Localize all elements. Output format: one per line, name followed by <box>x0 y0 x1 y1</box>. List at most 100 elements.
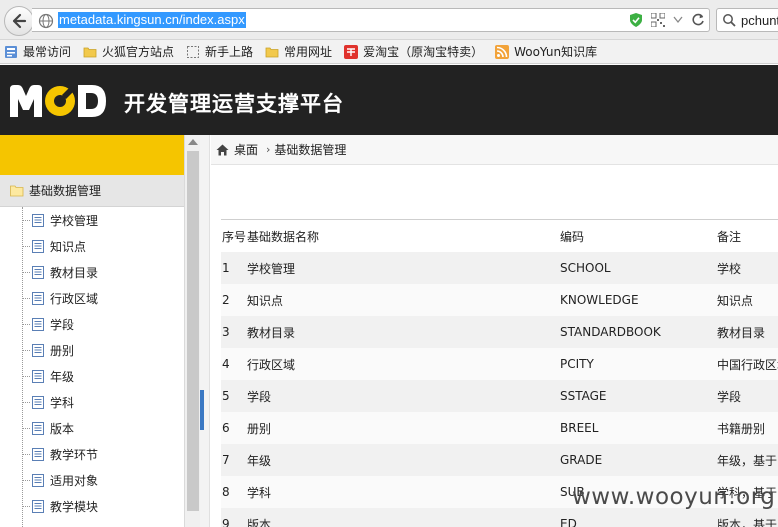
document-icon <box>32 369 44 383</box>
shield-icon[interactable] <box>629 12 643 28</box>
dropdown-arrow-icon[interactable] <box>673 16 683 24</box>
cell-name: 年级 <box>247 453 272 468</box>
reload-icon[interactable] <box>691 13 705 27</box>
header-no: 序号 <box>222 229 247 244</box>
document-icon <box>32 265 44 279</box>
cell-no: 3 <box>222 325 230 339</box>
bookmark-common-sites[interactable]: 常用网址 <box>265 43 332 60</box>
cell-remark: 版本，基于 <box>717 517 778 527</box>
cell-code: SSTAGE <box>560 389 607 403</box>
sidebar-item-label: 教学环节 <box>50 447 99 462</box>
scrollbar-thumb[interactable] <box>187 151 199 511</box>
sidebar-item-label: 版本 <box>50 421 75 436</box>
cell-code: SCHOOL <box>560 261 611 275</box>
bookmark-wooyun[interactable]: WooYun知识库 <box>495 43 597 60</box>
dotted-folder-icon <box>187 45 200 58</box>
url-text: metadata.kingsun.cn/index.aspx <box>58 12 246 28</box>
cell-code: STANDARDBOOK <box>560 325 661 339</box>
table-row[interactable]: 3 教材目录 STANDARDBOOK 教材目录 <box>221 316 778 348</box>
sidebar-item[interactable]: 学校管理 <box>0 207 184 233</box>
sidebar-group-basic-data[interactable]: 基础数据管理 <box>0 175 184 207</box>
folder-icon <box>83 47 97 57</box>
mod-logo[interactable] <box>10 85 108 117</box>
folder-icon <box>265 47 279 57</box>
cell-code: BREEL <box>560 421 599 435</box>
cell-name: 学科 <box>247 485 272 500</box>
sidebar-item[interactable]: 适用对象 <box>0 467 184 493</box>
table-row[interactable]: 1 学校管理 SCHOOL 学校 <box>221 252 778 284</box>
sidebar-item-label: 知识点 <box>50 239 87 254</box>
document-icon <box>32 473 44 487</box>
taobao-icon <box>344 44 359 59</box>
sidebar-item[interactable]: 教学环节 <box>0 441 184 467</box>
document-icon <box>32 395 44 409</box>
cell-name: 版本 <box>247 517 272 527</box>
scroll-up-arrow-icon[interactable] <box>188 139 198 145</box>
document-icon <box>32 239 44 253</box>
cell-no: 6 <box>222 421 230 435</box>
table-row[interactable]: 9 版本 ED 版本，基于 <box>221 508 778 527</box>
sidebar-item[interactable]: 册别 <box>0 337 184 363</box>
table-row[interactable]: 2 知识点 KNOWLEDGE 知识点 <box>221 284 778 316</box>
cell-remark: 年级，基于 <box>717 453 778 468</box>
sidebar-item[interactable]: 行政区域 <box>0 285 184 311</box>
document-icon <box>32 343 44 357</box>
sidebar-scrollbar[interactable] <box>184 135 200 527</box>
sidebar-item-label: 册别 <box>50 343 75 358</box>
cell-name: 教材目录 <box>247 325 296 340</box>
globe-icon <box>38 13 54 29</box>
bookmarks-bar: 最常访问 火狐官方站点 新手上路 常用网址 爱淘宝（原淘宝特卖） WooYun知… <box>0 40 778 64</box>
sidebar: 基础数据管理 学校管理知识点教材目录行政区域学段册别年级 学科版本教学环节适用对象… <box>0 135 200 527</box>
cell-remark: 学段 <box>717 389 742 404</box>
sidebar-top-bar <box>0 135 184 175</box>
sidebar-splitter[interactable] <box>200 135 210 527</box>
search-text: pchunt <box>741 13 778 28</box>
sidebar-item[interactable]: 教学模块 <box>0 493 184 519</box>
bookmark-firefox-official[interactable]: 火狐官方站点 <box>83 43 174 60</box>
bookmarks-icon <box>5 45 17 58</box>
sidebar-item-label: 教材目录 <box>50 265 99 280</box>
table-row[interactable]: 4 行政区域 PCITY 中国行政区域 <box>221 348 778 380</box>
cell-name: 行政区域 <box>247 357 296 372</box>
back-arrow-icon <box>12 13 27 29</box>
search-icon <box>723 14 736 27</box>
back-button[interactable] <box>4 6 34 36</box>
sidebar-item[interactable]: 学段 <box>0 311 184 337</box>
sidebar-item-label: 学校管理 <box>50 213 99 228</box>
sidebar-item-label: 学段 <box>50 317 75 332</box>
table-row[interactable]: 6 册别 BREEL 书籍册别 <box>221 412 778 444</box>
cell-no: 1 <box>222 261 230 275</box>
cell-code: PCITY <box>560 357 594 371</box>
address-bar[interactable]: metadata.kingsun.cn/index.aspx <box>32 8 710 32</box>
breadcrumb: 桌面 › 基础数据管理 <box>211 135 778 165</box>
cell-no: 4 <box>222 357 230 371</box>
cell-no: 7 <box>222 453 230 467</box>
cell-no: 9 <box>222 517 230 527</box>
search-box[interactable]: pchunt <box>716 8 778 32</box>
bookmark-most-visited[interactable]: 最常访问 <box>4 43 71 60</box>
sidebar-item[interactable]: 知识点 <box>0 233 184 259</box>
cell-name: 知识点 <box>247 293 284 308</box>
table-row[interactable]: 5 学段 SSTAGE 学段 <box>221 380 778 412</box>
cell-no: 8 <box>222 485 230 499</box>
folder-open-icon <box>10 185 24 196</box>
sidebar-item[interactable]: 学科 <box>0 389 184 415</box>
breadcrumb-home[interactable]: 桌面 <box>234 141 258 158</box>
cell-name: 学段 <box>247 389 272 404</box>
data-table: 序号 基础数据名称 编码 备注 1 学校管理 SCHOOL 学校 2 知识点 KNOWLED… <box>221 219 778 527</box>
breadcrumb-current: 基础数据管理 <box>274 143 347 157</box>
browser-toolbar: metadata.kingsun.cn/index.aspx pchunt <box>0 0 778 40</box>
qr-code-icon[interactable] <box>651 13 665 27</box>
home-icon <box>216 144 229 155</box>
sidebar-item[interactable]: 教材目录 <box>0 259 184 285</box>
sidebar-item[interactable]: 版本 <box>0 415 184 441</box>
bookmark-taobao[interactable]: 爱淘宝（原淘宝特卖） <box>344 43 483 60</box>
table-row[interactable]: 7 年级 GRADE 年级，基于 <box>221 444 778 476</box>
cell-remark: 中国行政区域 <box>717 357 778 372</box>
document-icon <box>32 421 44 435</box>
watermark: www.wooyun.org <box>572 484 776 510</box>
cell-no: 5 <box>222 389 230 403</box>
sidebar-item[interactable]: 年级 <box>0 363 184 389</box>
splitter-handle[interactable] <box>200 390 204 430</box>
bookmark-getting-started[interactable]: 新手上路 <box>186 43 253 60</box>
